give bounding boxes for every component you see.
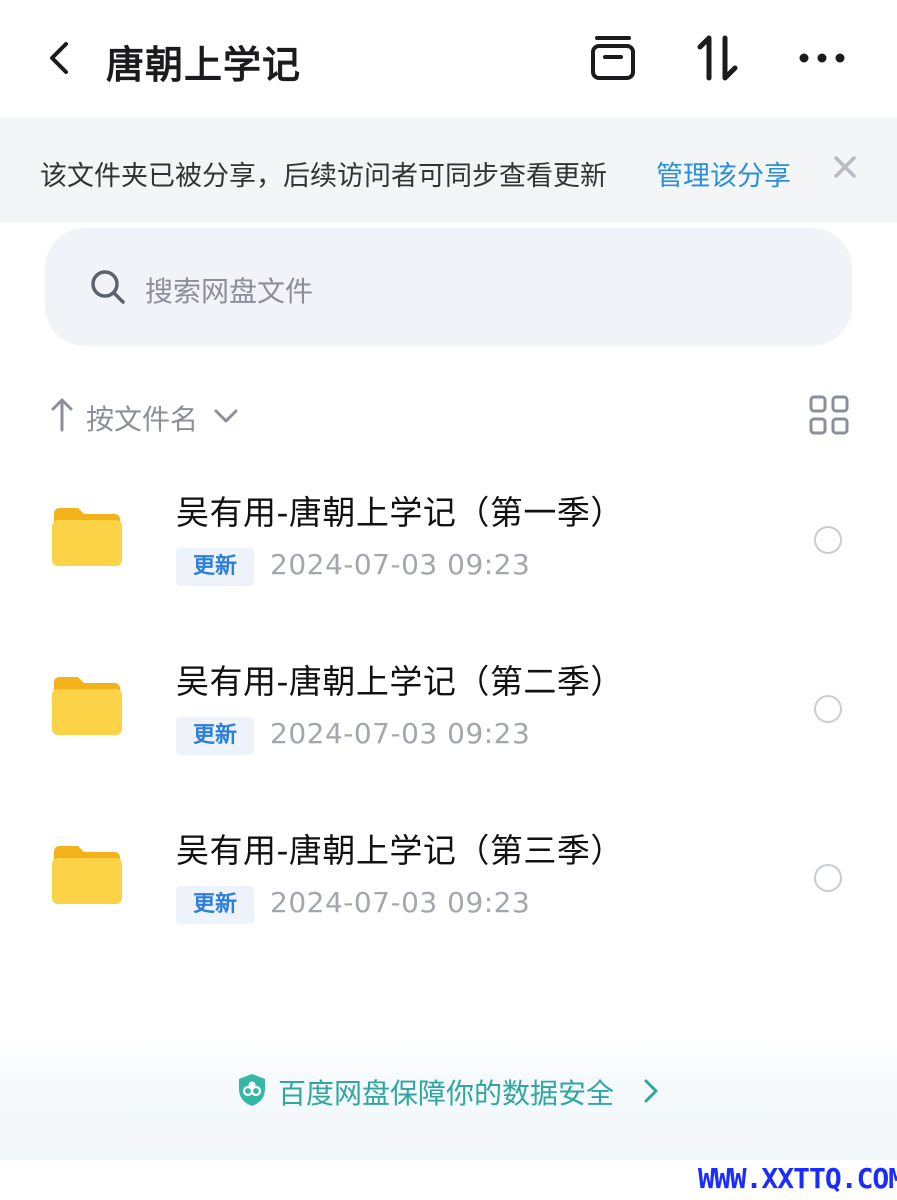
file-date: 2024-07-03 09:23 [270, 548, 531, 581]
security-banner[interactable]: 百度网盘保障你的数据安全 [0, 1040, 897, 1160]
select-radio[interactable] [814, 526, 842, 554]
search-placeholder: 搜索网盘文件 [145, 275, 314, 308]
share-notice-text: 该文件夹已被分享，后续访问者可同步查看更新 [40, 161, 607, 192]
list-item[interactable]: 吴有用-唐朝上学记（第一季） 更新 2024-07-03 09:23 [0, 472, 897, 642]
manage-share-link[interactable]: 管理该分享 [656, 154, 791, 193]
search-icon [89, 268, 127, 306]
archive-icon[interactable] [587, 32, 639, 84]
arrow-up-icon[interactable] [48, 396, 76, 434]
security-text: 百度网盘保障你的数据安全 [278, 1077, 615, 1110]
sort-arrows-icon[interactable] [692, 32, 744, 84]
shield-icon [236, 1072, 268, 1108]
back-icon[interactable] [40, 38, 80, 78]
select-radio[interactable] [814, 864, 842, 892]
file-name: 吴有用-唐朝上学记（第三季） [176, 831, 624, 870]
update-badge: 更新 [176, 886, 254, 924]
sort-bar: 按文件名 [0, 388, 897, 444]
folder-icon [50, 673, 124, 737]
watermark-text: WWW.XXTTQ.COM [698, 1162, 897, 1195]
update-badge: 更新 [176, 548, 254, 586]
sort-by-name-dropdown[interactable]: 按文件名 [86, 398, 198, 438]
share-notice-bar: 该文件夹已被分享，后续访问者可同步查看更新 管理该分享 [0, 118, 897, 222]
file-date: 2024-07-03 09:23 [270, 886, 531, 919]
top-bar: 唐朝上学记 [0, 0, 897, 118]
folder-icon [50, 842, 124, 906]
list-item[interactable]: 吴有用-唐朝上学记（第二季） 更新 2024-07-03 09:23 [0, 641, 897, 811]
list-item[interactable]: 吴有用-唐朝上学记（第三季） 更新 2024-07-03 09:23 [0, 810, 897, 980]
select-radio[interactable] [814, 695, 842, 723]
close-icon[interactable] [828, 150, 862, 184]
file-date: 2024-07-03 09:23 [270, 717, 531, 750]
file-name: 吴有用-唐朝上学记（第一季） [176, 493, 624, 532]
page-title: 唐朝上学记 [106, 43, 302, 87]
update-badge: 更新 [176, 717, 254, 755]
chevron-down-icon[interactable] [212, 402, 240, 430]
search-input[interactable]: 搜索网盘文件 [45, 228, 852, 346]
folder-icon [50, 504, 124, 568]
more-icon[interactable] [796, 32, 848, 84]
chevron-right-icon [640, 1078, 662, 1104]
file-name: 吴有用-唐朝上学记（第二季） [176, 662, 624, 701]
grid-view-icon[interactable] [808, 394, 850, 436]
